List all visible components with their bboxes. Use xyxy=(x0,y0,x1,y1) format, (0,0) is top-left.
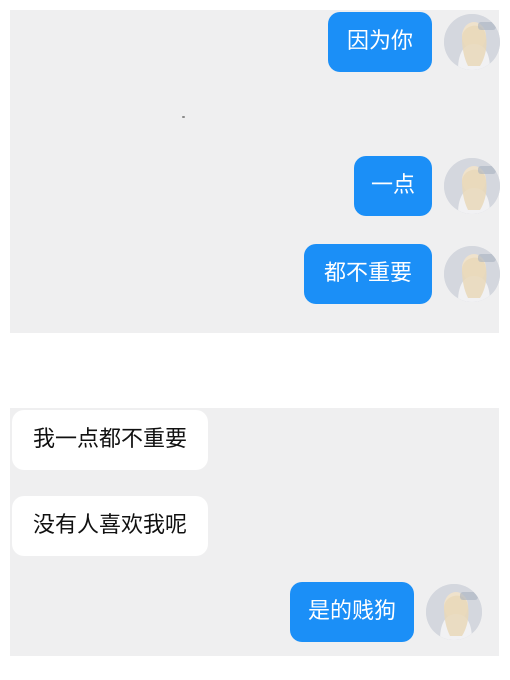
avatar-photo-icon xyxy=(444,246,500,302)
screen-speck xyxy=(182,116,185,118)
outgoing-message-bubble[interactable]: 因为你 xyxy=(328,12,432,72)
incoming-message-bubble[interactable]: 我一点都不重要 xyxy=(12,410,208,470)
outgoing-message-bubble[interactable]: 都不重要 xyxy=(304,244,432,304)
incoming-message-bubble[interactable]: 没有人喜欢我呢 xyxy=(12,496,208,556)
message-row-5: 没有人喜欢我呢 xyxy=(12,496,208,556)
avatar-photo-icon xyxy=(444,158,500,214)
message-row-6: 是的贱狗 xyxy=(290,582,482,642)
message-row-4: 我一点都不重要 xyxy=(12,410,208,470)
outgoing-message-bubble[interactable]: 一点 xyxy=(354,156,432,216)
user-avatar[interactable] xyxy=(444,246,500,302)
user-avatar[interactable] xyxy=(444,158,500,214)
outgoing-message-bubble[interactable]: 是的贱狗 xyxy=(290,582,414,642)
user-avatar[interactable] xyxy=(444,14,500,70)
user-avatar[interactable] xyxy=(426,584,482,640)
message-row-1: 因为你 xyxy=(328,12,500,72)
avatar-photo-icon xyxy=(444,14,500,70)
message-row-2: 一点 xyxy=(354,156,500,216)
avatar-photo-icon xyxy=(426,584,482,640)
message-row-3: 都不重要 xyxy=(304,244,500,304)
